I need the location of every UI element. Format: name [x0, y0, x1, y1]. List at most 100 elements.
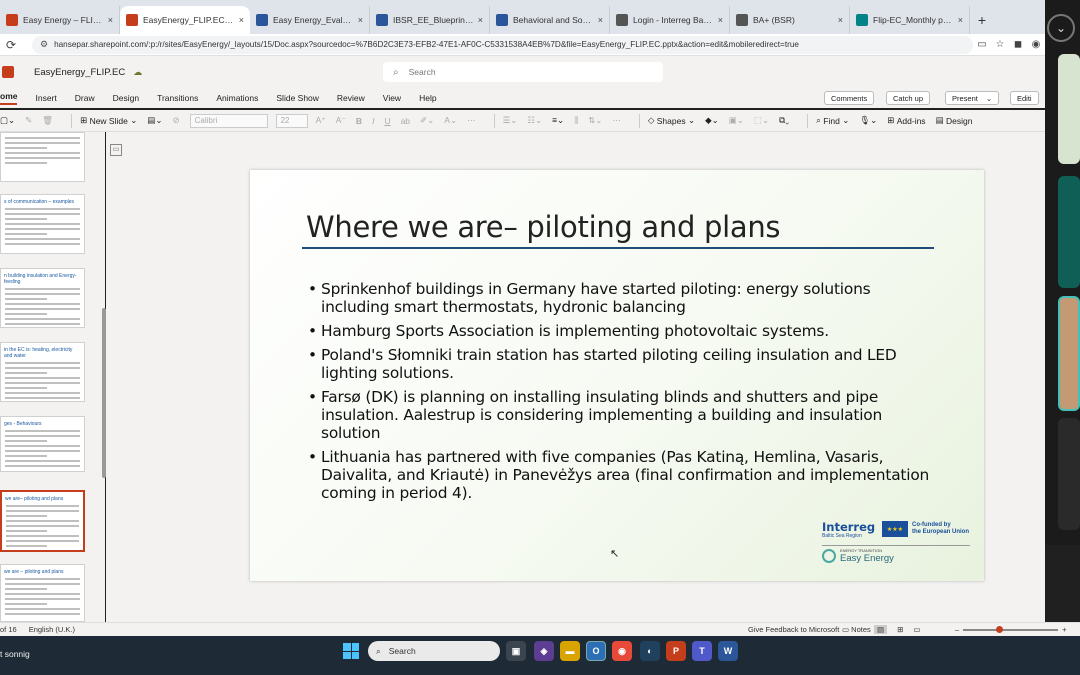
menu-tab[interactable]: Insert: [35, 93, 56, 103]
word-taskbar-icon[interactable]: W: [718, 641, 738, 661]
menu-tab[interactable]: View: [383, 93, 401, 103]
browser-tab[interactable]: IBSR_EE_Blueprints_Collec ×: [370, 6, 490, 34]
browser-tab[interactable]: Easy Energy – FLIP_EC_Au ×: [0, 6, 120, 34]
file-explorer-icon[interactable]: ▬: [560, 641, 580, 661]
bold-icon[interactable]: B: [356, 116, 362, 126]
collapse-chevron-icon[interactable]: ⌄: [1047, 14, 1075, 42]
more-font-icon[interactable]: ⋯: [467, 115, 476, 126]
slide-thumbnail[interactable]: s of communication – examples: [0, 194, 85, 254]
task-view-icon[interactable]: ▣: [506, 641, 526, 661]
present-button[interactable]: Present ⌄: [945, 91, 1000, 105]
align-icon[interactable]: ≡⌄: [552, 115, 564, 126]
new-slide-button[interactable]: ⊞ New Slide ⌄: [80, 115, 137, 126]
columns-icon[interactable]: ⫼: [574, 115, 578, 126]
menu-tab[interactable]: Review: [337, 93, 365, 103]
close-tab-icon[interactable]: ×: [108, 15, 113, 25]
vpn-icon[interactable]: ◐: [640, 641, 660, 661]
reading-view-icon[interactable]: ▭: [913, 625, 920, 634]
zoom-slider-thumb[interactable]: [996, 625, 1004, 633]
find-button[interactable]: ⌕ Find ⌄: [816, 115, 849, 126]
strikethrough-icon[interactable]: ab: [401, 116, 410, 126]
new-tab-button[interactable]: +: [970, 6, 994, 34]
close-tab-icon[interactable]: ×: [718, 15, 723, 25]
layout-icon[interactable]: ▢⌄: [0, 115, 15, 126]
menu-tab[interactable]: Slide Show: [276, 93, 319, 103]
slide-bullet[interactable]: Lithuania has partnered with five compan…: [308, 448, 938, 502]
url-field[interactable]: ⚙ hansepar.sharepoint.com/:p:/r/sites/Ea…: [32, 35, 973, 54]
file-name[interactable]: EasyEnergy_FLIP.EC: [34, 67, 125, 78]
close-tab-icon[interactable]: ×: [358, 15, 363, 25]
extension-icon[interactable]: ◼: [1009, 39, 1027, 50]
slide-thumbnail[interactable]: ges - Behaviours: [0, 416, 85, 472]
dictate-icon[interactable]: 🎙⌄: [859, 115, 877, 126]
language-indicator[interactable]: English (U.K.): [29, 625, 75, 634]
slide-title[interactable]: Where we are– piloting and plans: [306, 210, 781, 244]
format-painter-icon[interactable]: ✎: [25, 115, 32, 126]
close-tab-icon[interactable]: ×: [239, 15, 244, 25]
hide-slide-icon[interactable]: ⊘: [172, 115, 179, 126]
underline-icon[interactable]: U: [384, 116, 390, 126]
slide-thumbnail[interactable]: we are– piloting and plans: [0, 490, 85, 552]
delete-icon[interactable]: 🗑: [42, 115, 53, 126]
browser-tab[interactable]: EasyEnergy_FLIP.EC.pptx ×: [120, 6, 250, 34]
menu-tab[interactable]: Transitions: [157, 93, 198, 103]
italic-icon[interactable]: I: [372, 116, 374, 126]
browser-tab[interactable]: Behavioral and Social Car ×: [490, 6, 610, 34]
install-app-icon[interactable]: ▭: [973, 39, 991, 50]
browser-tab[interactable]: Flip-EC_Monthly project m ×: [850, 6, 970, 34]
increase-font-icon[interactable]: A⁺: [316, 115, 326, 126]
catch-up-button[interactable]: Catch up: [886, 91, 931, 105]
current-slide[interactable]: Where we are– piloting and plans Sprinke…: [250, 170, 984, 581]
slide-thumbnail[interactable]: we are – piloting and plans: [0, 564, 85, 622]
font-family-select[interactable]: Calibri: [189, 113, 268, 128]
close-tab-icon[interactable]: ×: [598, 15, 603, 25]
font-color-icon[interactable]: A⌄: [444, 115, 457, 126]
text-direction-icon[interactable]: ⇅⌄: [588, 115, 602, 126]
slide-thumbnail[interactable]: n building insulation and Energy-feeding: [0, 268, 85, 328]
menu-tab[interactable]: ome: [0, 91, 18, 105]
normal-view-icon[interactable]: ▤: [874, 625, 888, 634]
participant-video[interactable]: [1058, 54, 1080, 164]
reload-icon[interactable]: ⟳: [6, 38, 20, 52]
slide-layout-icon[interactable]: ▤⌄: [147, 115, 162, 126]
close-tab-icon[interactable]: ×: [838, 15, 843, 25]
menu-tab[interactable]: Help: [419, 93, 436, 103]
more-paragraph-icon[interactable]: ⋯: [612, 115, 621, 126]
close-tab-icon[interactable]: ×: [958, 15, 963, 25]
shape-fill-icon[interactable]: ◆⌄: [705, 115, 719, 126]
arrange-icon[interactable]: ⬚⌄: [754, 115, 769, 126]
designer-button[interactable]: ▤ Design: [936, 115, 973, 126]
widgets-icon[interactable]: ◈: [534, 641, 554, 661]
decrease-font-icon[interactable]: A⁻: [336, 115, 346, 126]
slide-bullet[interactable]: Sprinkenhof buildings in Germany have st…: [308, 280, 938, 316]
sync-status-icon[interactable]: ☁: [133, 67, 142, 78]
zoom-slider[interactable]: [963, 625, 1059, 633]
participant-video[interactable]: [1058, 296, 1080, 411]
slide-bullet[interactable]: Farsø (DK) is planning on installing ins…: [308, 388, 938, 442]
slide-thumbnail[interactable]: in the EC is: heating, electricity and w…: [0, 342, 85, 402]
addins-button[interactable]: ⊞ Add-ins: [887, 115, 925, 126]
windows-start-icon[interactable]: [343, 643, 359, 659]
sorter-view-icon[interactable]: ⊞: [897, 625, 903, 634]
browser-tab[interactable]: BA+ (BSR) ×: [730, 6, 850, 34]
profile-icon[interactable]: ◉: [1027, 39, 1045, 50]
picture-icon[interactable]: ▣⌄: [729, 115, 744, 126]
slide-bullet-list[interactable]: Sprinkenhof buildings in Germany have st…: [308, 280, 938, 508]
chrome-icon[interactable]: ◉: [612, 641, 632, 661]
close-tab-icon[interactable]: ×: [478, 15, 483, 25]
participant-video[interactable]: [1058, 176, 1080, 288]
font-size-select[interactable]: 22: [275, 113, 308, 128]
site-info-icon[interactable]: ⚙: [40, 39, 48, 50]
weather-widget[interactable]: t sonnig: [0, 649, 30, 659]
participant-video[interactable]: [1058, 418, 1080, 530]
zoom-in-button[interactable]: +: [1062, 625, 1066, 634]
editing-button[interactable]: Editi: [1010, 91, 1039, 105]
menu-tab[interactable]: Draw: [75, 93, 95, 103]
comments-button[interactable]: Comments: [824, 91, 875, 105]
browser-tab[interactable]: Login - Interreg Baltic Sea ×: [610, 6, 730, 34]
bookmark-star-icon[interactable]: ☆: [991, 39, 1009, 50]
powerpoint-logo-icon[interactable]: [2, 66, 14, 78]
powerpoint-taskbar-icon[interactable]: P: [666, 641, 686, 661]
menu-tab[interactable]: Design: [113, 93, 139, 103]
notes-button[interactable]: ▭ Notes: [842, 625, 871, 634]
